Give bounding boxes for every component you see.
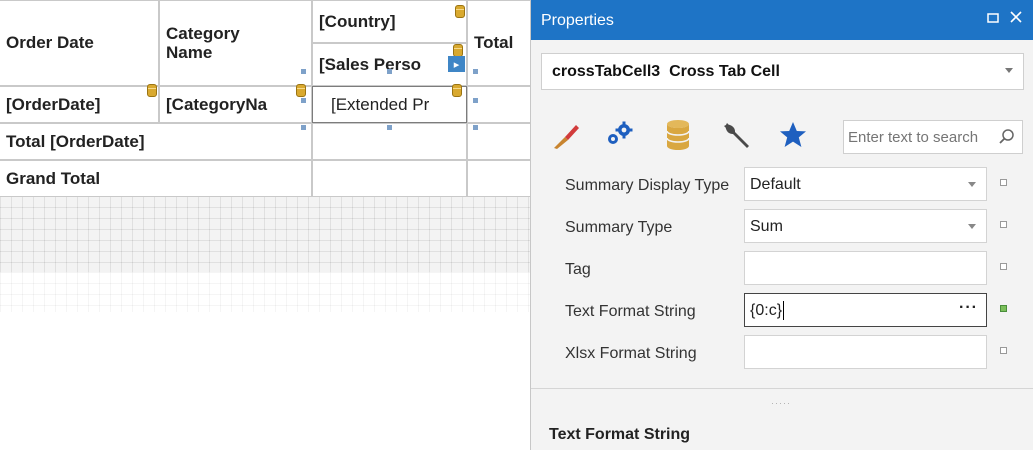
data-binding-icon <box>452 84 462 97</box>
object-selector-value: crossTabCell3 Cross Tab Cell <box>552 63 780 80</box>
close-icon <box>1010 11 1022 23</box>
property-search-input[interactable] <box>848 126 994 148</box>
crosstab-header-order-date[interactable]: Order Date <box>0 0 159 86</box>
text-format-string-field[interactable]: {0:c} ··· <box>744 293 987 327</box>
chevron-down-icon <box>1005 68 1013 73</box>
data-binding-icon <box>147 84 157 97</box>
summary-type-dropdown[interactable]: Sum <box>744 209 987 243</box>
crosstab-column-country-text: [Country] <box>319 11 396 31</box>
crosstab-grand-total-text: Grand Total <box>6 168 101 188</box>
star-icon <box>780 122 806 147</box>
description-title: Text Format String <box>549 426 691 443</box>
search-icon <box>999 129 1014 144</box>
property-label: Xlsx Format String <box>565 345 697 362</box>
property-row-xlsx-format-string: Xlsx Format String <box>557 333 1027 375</box>
report-designer-surface[interactable]: Order Date Category Name [Country] [Sale… <box>0 0 530 450</box>
maximize-icon <box>987 13 999 23</box>
property-marker[interactable] <box>1000 263 1007 270</box>
data-binding-icon <box>455 5 465 18</box>
resize-handle[interactable] <box>473 125 478 130</box>
crosstab-column-sales-person-text: [Sales Perso <box>319 54 422 74</box>
text-cursor <box>783 301 784 320</box>
resize-handle[interactable] <box>473 98 478 103</box>
property-row-summary-type: Summary Type Sum <box>557 207 1027 249</box>
resize-handle[interactable] <box>301 98 306 103</box>
ellipsis-button[interactable]: ··· <box>959 299 978 317</box>
chevron-down-icon <box>968 224 976 229</box>
crosstab-grand-total[interactable]: Grand Total <box>0 160 312 197</box>
property-row-tag: Tag <box>557 249 1027 291</box>
crosstab-cell-total[interactable] <box>467 86 530 123</box>
property-search-box[interactable] <box>843 120 1023 154</box>
property-row-summary-display-type: Summary Display Type Default <box>557 165 1027 207</box>
crosstab-total-order-date-text: Total [OrderDate] <box>6 131 145 151</box>
tab-data[interactable] <box>661 118 695 152</box>
crosstab-column-country[interactable]: [Country] <box>312 0 467 43</box>
tab-design[interactable] <box>719 118 753 152</box>
property-row-text-format-string: Text Format String {0:c} ··· <box>557 291 1027 333</box>
crosstab-header-category-name[interactable]: Category Name <box>159 0 312 86</box>
tab-appearance[interactable] <box>549 118 583 152</box>
crosstab-cell-grand-total-total[interactable] <box>467 160 530 197</box>
wrench-icon <box>724 123 749 148</box>
crosstab-row-order-date[interactable]: [OrderDate] <box>0 86 159 123</box>
resize-handle[interactable] <box>301 125 306 130</box>
crosstab-cell-extended-price-text: [Extended Pr <box>331 94 430 114</box>
property-value: {0:c} <box>750 302 783 319</box>
crosstab-row-category-text: [CategoryNa <box>166 94 268 114</box>
design-grid <box>0 196 530 272</box>
crosstab-row-order-date-text: [OrderDate] <box>6 94 101 114</box>
object-selector-dropdown[interactable]: crossTabCell3 Cross Tab Cell <box>541 53 1024 90</box>
description-splitter[interactable] <box>531 388 1033 389</box>
crosstab-column-total-text: Total <box>474 33 514 52</box>
smart-tag-button[interactable]: ▸ <box>448 56 465 72</box>
data-binding-icon <box>296 84 306 97</box>
resize-handle[interactable] <box>387 125 392 130</box>
crosstab-header-order-date-text: Order Date <box>6 33 94 52</box>
property-label: Summary Display Type <box>565 177 730 194</box>
gears-icon <box>608 121 633 144</box>
maximize-button[interactable] <box>984 10 1002 28</box>
design-grid-fade <box>0 272 530 312</box>
property-marker[interactable] <box>1000 179 1007 186</box>
crosstab-cell-extended-price[interactable]: [Extended Pr <box>312 86 467 123</box>
splitter-grip-icon[interactable]: ····· <box>771 398 791 408</box>
crosstab-cell-grand-total[interactable] <box>312 160 467 197</box>
crosstab-total-order-date[interactable]: Total [OrderDate] <box>0 123 312 160</box>
database-icon <box>666 120 690 150</box>
tag-field[interactable] <box>744 251 987 285</box>
xlsx-format-string-field[interactable] <box>744 335 987 369</box>
property-label: Summary Type <box>565 219 673 236</box>
properties-titlebar: Properties <box>531 0 1033 40</box>
property-tabs <box>531 108 1033 160</box>
resize-handle[interactable] <box>301 69 306 74</box>
crosstab-column-sales-person[interactable]: [Sales Perso <box>312 43 467 86</box>
resize-handle[interactable] <box>473 69 478 74</box>
property-label: Tag <box>565 261 591 278</box>
property-value: Sum <box>750 218 783 235</box>
property-marker[interactable] <box>1000 347 1007 354</box>
close-button[interactable] <box>1007 10 1025 28</box>
properties-panel: Properties crossTabCell3 Cross Tab Cell <box>530 0 1033 450</box>
properties-title: Properties <box>541 12 614 29</box>
tab-behavior[interactable] <box>601 118 635 152</box>
crosstab-row-category[interactable]: [CategoryNa <box>159 86 312 123</box>
summary-display-type-dropdown[interactable]: Default <box>744 167 987 201</box>
paintbrush-icon <box>554 125 579 149</box>
property-marker-modified[interactable] <box>1000 305 1007 312</box>
property-value: Default <box>750 176 801 193</box>
tab-favorites[interactable] <box>776 118 810 152</box>
chevron-down-icon <box>968 182 976 187</box>
property-label: Text Format String <box>565 303 696 320</box>
property-marker[interactable] <box>1000 221 1007 228</box>
crosstab-header-category-name-text: Category Name <box>166 24 240 62</box>
resize-handle[interactable] <box>387 69 392 74</box>
